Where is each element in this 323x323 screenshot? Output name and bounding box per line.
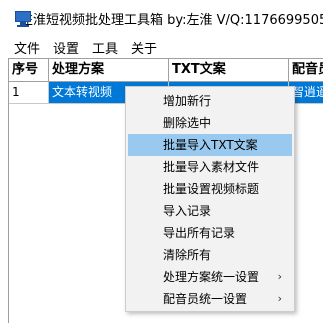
menu-file[interactable]: 文件 (14, 38, 40, 57)
ctx-clear-all[interactable]: 清除所有 (128, 244, 292, 266)
column-header-scheme[interactable]: 处理方案 (49, 59, 169, 82)
menu-tools[interactable]: 工具 (92, 38, 118, 57)
ctx-import-txt[interactable]: 批量导入TXT文案 (128, 134, 292, 156)
context-menu: 增加新行 删除选中 批量导入TXT文案 批量导入素材文件 批量设置视频标题 导入… (125, 86, 295, 312)
row-1-index[interactable]: 1 (9, 82, 49, 104)
ctx-voice-settings[interactable]: 配音员统一设置 › (128, 288, 292, 310)
menu-bar: 文件 设置 工具 关于 (0, 36, 323, 58)
chevron-right-icon: › (277, 292, 282, 305)
chevron-right-icon: › (277, 270, 282, 283)
column-header-txt[interactable]: TXT文案 (169, 59, 289, 82)
ctx-set-titles[interactable]: 批量设置视频标题 (128, 178, 292, 200)
ctx-delete-selected[interactable]: 删除选中 (128, 112, 292, 134)
ctx-import-records[interactable]: 导入记录 (128, 200, 292, 222)
column-header-index[interactable]: 序号 (9, 59, 49, 82)
menu-settings[interactable]: 设置 (53, 38, 79, 57)
menu-about[interactable]: 关于 (131, 38, 157, 57)
title-bar: 左淮短视频批处理工具箱 by:左淮 V/Q:1176699505 (0, 0, 323, 36)
ctx-import-media[interactable]: 批量导入素材文件 (128, 156, 292, 178)
column-header-voice[interactable]: 配音员 (289, 59, 323, 82)
ctx-add-row[interactable]: 增加新行 (128, 90, 292, 112)
window-title: 左淮短视频批处理工具箱 by:左淮 V/Q:1176699505 (20, 12, 323, 28)
ctx-export-records[interactable]: 导出所有记录 (128, 222, 292, 244)
ctx-scheme-settings[interactable]: 处理方案统一设置 › (128, 266, 292, 288)
